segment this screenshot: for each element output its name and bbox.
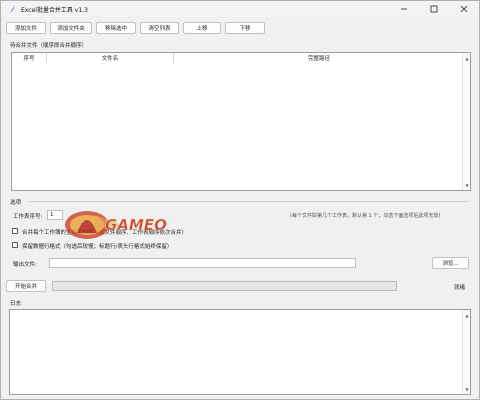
clear-list-button[interactable]: 清空列表 <box>140 22 179 34</box>
scroll-down-icon[interactable]: ▼ <box>464 182 470 188</box>
column-header-fullpath[interactable]: 完整路径 <box>174 53 464 63</box>
gameo-wordmark-text: GAMEO <box>105 216 167 234</box>
move-up-button[interactable]: 上移 <box>183 22 221 34</box>
move-down-button[interactable]: 下移 <box>225 22 265 34</box>
remove-selected-button[interactable]: 移除选中 <box>96 22 136 34</box>
file-list[interactable]: 序号 文件名 完整路径 ▲ ▼ <box>11 52 471 191</box>
start-merge-button[interactable]: 开始合并 <box>6 280 46 292</box>
column-header-filename[interactable]: 文件名 <box>47 53 174 63</box>
output-file-input[interactable] <box>49 258 356 268</box>
merge-progress-bar <box>52 281 397 291</box>
options-group-title: 选项 <box>10 200 22 206</box>
feather-icon <box>7 4 17 14</box>
column-header-index[interactable]: 序号 <box>12 53 47 63</box>
log-label: 日志 <box>10 301 22 307</box>
add-file-button[interactable]: 添加文件 <box>6 22 46 34</box>
scroll-up-icon[interactable]: ▲ <box>464 312 470 318</box>
minimize-button[interactable] <box>389 1 419 17</box>
window-title: Excel批量合并工具 v1.3 <box>21 6 88 14</box>
log-textarea[interactable]: ▲ ▼ <box>9 309 471 395</box>
status-text: 就绪 <box>454 285 466 291</box>
add-folder-button[interactable]: 添加文件夹 <box>50 22 92 34</box>
file-list-group-title: 待合并文件（顺序即合并顺序） <box>10 43 88 49</box>
scroll-down-icon[interactable]: ▼ <box>464 386 470 392</box>
browse-button[interactable]: 浏览... <box>432 257 469 269</box>
sheet-index-value: 1 <box>50 212 54 218</box>
output-file-label: 输出文件: <box>13 262 37 268</box>
close-button[interactable] <box>449 1 479 17</box>
file-list-scrollbar[interactable]: ▲ ▼ <box>462 53 470 190</box>
title-bar: Excel批量合并工具 v1.3 <box>1 1 479 17</box>
merge-all-sheets-checkbox[interactable] <box>12 228 18 234</box>
sheet-index-hint: (每个文件取第几个工作表，默认第 1 个；勾选下面选项后此项无效) <box>290 213 441 219</box>
scroll-up-icon[interactable]: ▲ <box>464 55 470 61</box>
log-scrollbar[interactable]: ▲ ▼ <box>462 310 470 394</box>
sheet-index-label: 工作表序号: <box>13 214 43 220</box>
keep-format-checkbox[interactable] <box>12 242 18 248</box>
maximize-button[interactable] <box>419 1 449 17</box>
app-window: Excel批量合并工具 v1.3 添加文件 添加文件夹 移除选中 清空列表 上移… <box>0 0 480 400</box>
gameo-watermark-logo: GAMEO <box>57 197 181 247</box>
